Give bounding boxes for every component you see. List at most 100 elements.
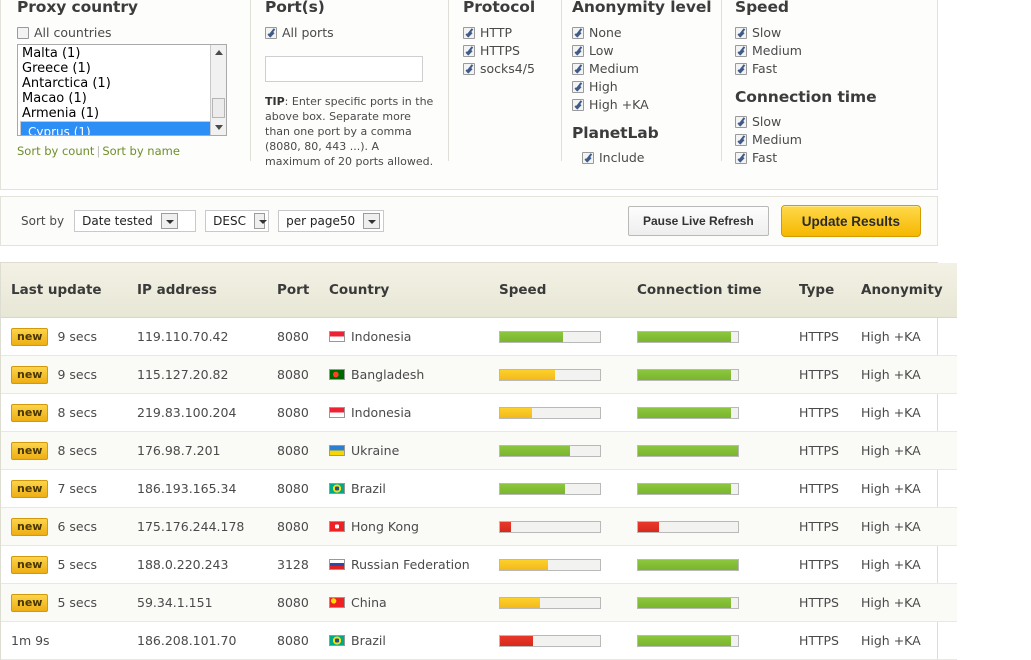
- scroll-down-arrow-icon[interactable]: [211, 120, 226, 135]
- table-row[interactable]: new 9 secs 119.110.70.42 8080 Indonesia HTTPS…: [1, 317, 957, 356]
- all-ports-checkbox[interactable]: [265, 27, 277, 39]
- results-table-container: Last update IP address Port Country Spee…: [0, 262, 957, 660]
- header-type[interactable]: Type: [799, 263, 861, 318]
- anonymity-option-checkbox[interactable]: [572, 81, 584, 93]
- country-list-item[interactable]: Antarctica (1): [20, 76, 226, 91]
- cell-speed: [494, 583, 634, 622]
- anonymity-option-row[interactable]: Low: [572, 44, 722, 58]
- header-anonymity[interactable]: Anonymity: [861, 263, 957, 318]
- header-ip-address[interactable]: IP address: [137, 263, 277, 318]
- country-name: Indonesia: [351, 329, 412, 344]
- update-results-button[interactable]: Update Results: [780, 205, 921, 237]
- scroll-up-arrow-icon[interactable]: [211, 45, 226, 60]
- planetlab-option-checkbox[interactable]: [582, 152, 594, 164]
- country-list-item[interactable]: Greece (1): [20, 61, 226, 76]
- table-row[interactable]: new 7 secs 186.193.165.34 8080 Brazil HTTPS Hi…: [1, 469, 957, 508]
- sort-by-name-link[interactable]: Sort by name: [102, 144, 180, 158]
- table-row[interactable]: new 8 secs 219.83.100.204 8080 Indonesia HTTP…: [1, 393, 957, 432]
- speed-bar: [499, 634, 601, 647]
- anonymity-option-row[interactable]: None: [572, 26, 722, 40]
- speed-option-checkbox[interactable]: [735, 27, 747, 39]
- protocol-option-checkbox[interactable]: [463, 63, 475, 75]
- anonymity-option-row[interactable]: Medium: [572, 62, 722, 76]
- speed-option-checkbox[interactable]: [735, 63, 747, 75]
- country-list-item[interactable]: Armenia (1): [20, 106, 226, 121]
- scrollbar-thumb[interactable]: [212, 98, 225, 118]
- table-row[interactable]: 1m 9s 186.208.101.70 8080 Brazil HTTPS High +…: [1, 621, 957, 660]
- table-row[interactable]: new 8 secs 176.98.7.201 8080 Ukraine HTTPS Hig…: [1, 431, 957, 470]
- protocol-option-row[interactable]: HTTPS: [463, 44, 562, 58]
- all-countries-checkbox[interactable]: [17, 27, 29, 39]
- flag-icon: [329, 635, 345, 646]
- country-listbox[interactable]: Malta (1) Greece (1) Antarctica (1) Macao (…: [17, 44, 227, 136]
- all-countries-checkbox-row[interactable]: All countries: [17, 26, 251, 40]
- anonymity-option-row[interactable]: High: [572, 80, 722, 94]
- all-ports-checkbox-row[interactable]: All ports: [265, 26, 449, 40]
- proxy-results-table: Last update IP address Port Country Spee…: [1, 263, 957, 660]
- table-row[interactable]: new 5 secs 188.0.220.243 3128 Russian Federa…: [1, 545, 957, 584]
- cell-speed: [494, 355, 634, 394]
- cell-country: Hong Kong: [329, 507, 494, 546]
- anonymity-option-checkbox[interactable]: [572, 27, 584, 39]
- sort-by-count-link[interactable]: Sort by count: [17, 144, 94, 158]
- pause-live-refresh-button[interactable]: Pause Live Refresh: [628, 206, 769, 236]
- protocol-option-row[interactable]: HTTP: [463, 26, 562, 40]
- country-list-item[interactable]: Malta (1): [20, 46, 226, 61]
- header-country[interactable]: Country: [329, 263, 494, 318]
- country-list-item[interactable]: Cyprus (1): [20, 121, 211, 135]
- speed-option-row[interactable]: Medium: [735, 44, 922, 58]
- sort-field-select[interactable]: Date tested: [74, 210, 197, 232]
- table-row[interactable]: new 5 secs 59.34.1.151 8080 China HTTPS High +…: [1, 583, 957, 622]
- filter-column-protocol: Protocol HTTP HTTPS socks4/5: [449, 0, 562, 189]
- speed-option-row[interactable]: Fast: [735, 62, 922, 76]
- anonymity-option-checkbox[interactable]: [572, 45, 584, 57]
- chevron-down-icon[interactable]: [253, 213, 268, 229]
- table-row[interactable]: new 6 secs 175.176.244.178 8080 Hong Kong HTT…: [1, 507, 957, 546]
- sort-direction-select[interactable]: DESC: [205, 210, 270, 232]
- per-page-select[interactable]: per page50: [278, 210, 385, 232]
- country-list-item[interactable]: Macao (1): [20, 91, 226, 106]
- table-row[interactable]: new 9 secs 115.127.20.82 8080 Bangladesh HTTP…: [1, 355, 957, 394]
- anonymity-option-row[interactable]: High +KA: [572, 98, 722, 112]
- cell-connection-time: [634, 507, 799, 546]
- cell-last-update: new 5 secs: [1, 583, 137, 622]
- country-name: Russian Federation: [351, 557, 470, 572]
- country-name: Hong Kong: [351, 519, 419, 534]
- conntime-option-checkbox[interactable]: [735, 116, 747, 128]
- chevron-down-icon[interactable]: [160, 213, 178, 229]
- country-list-scrollbar[interactable]: [210, 45, 226, 135]
- conntime-option-row[interactable]: Medium: [735, 133, 922, 147]
- conntime-option-checkbox[interactable]: [735, 134, 747, 146]
- header-last-update[interactable]: Last update: [1, 263, 137, 318]
- cell-ip-address: 219.83.100.204: [137, 393, 277, 432]
- country-sort-links: Sort by count | Sort by name: [17, 144, 251, 158]
- anonymity-option-checkbox[interactable]: [572, 63, 584, 75]
- protocol-option-checkbox[interactable]: [463, 45, 475, 57]
- connection-time-bar-fill: [638, 331, 731, 342]
- header-port[interactable]: Port: [277, 263, 329, 318]
- chevron-down-icon[interactable]: [363, 213, 381, 229]
- cell-type: HTTPS: [799, 469, 861, 508]
- speed-option-checkbox[interactable]: [735, 45, 747, 57]
- header-connection-time[interactable]: Connection time: [634, 263, 799, 318]
- speed-bar-fill: [500, 635, 533, 646]
- cell-anonymity: High +KA: [861, 469, 957, 508]
- conntime-option-checkbox[interactable]: [735, 152, 747, 164]
- header-speed[interactable]: Speed: [494, 263, 634, 318]
- flag-icon: [329, 521, 345, 532]
- connection-time-bar-fill: [638, 635, 731, 646]
- ports-input[interactable]: [265, 56, 423, 82]
- anonymity-option-label: Low: [589, 43, 614, 58]
- cell-country: Ukraine: [329, 431, 494, 470]
- protocol-option-row[interactable]: socks4/5: [463, 62, 562, 76]
- cell-ip-address: 59.34.1.151: [137, 583, 277, 622]
- conntime-option-row[interactable]: Fast: [735, 151, 922, 165]
- speed-bar: [499, 520, 601, 533]
- planetlab-option-row[interactable]: Include: [572, 151, 722, 165]
- cell-ip-address: 186.208.101.70: [137, 621, 277, 660]
- protocol-option-checkbox[interactable]: [463, 27, 475, 39]
- speed-option-row[interactable]: Slow: [735, 26, 922, 40]
- anonymity-option-checkbox[interactable]: [572, 99, 584, 111]
- conntime-option-row[interactable]: Slow: [735, 115, 922, 129]
- speed-bar: [499, 406, 601, 419]
